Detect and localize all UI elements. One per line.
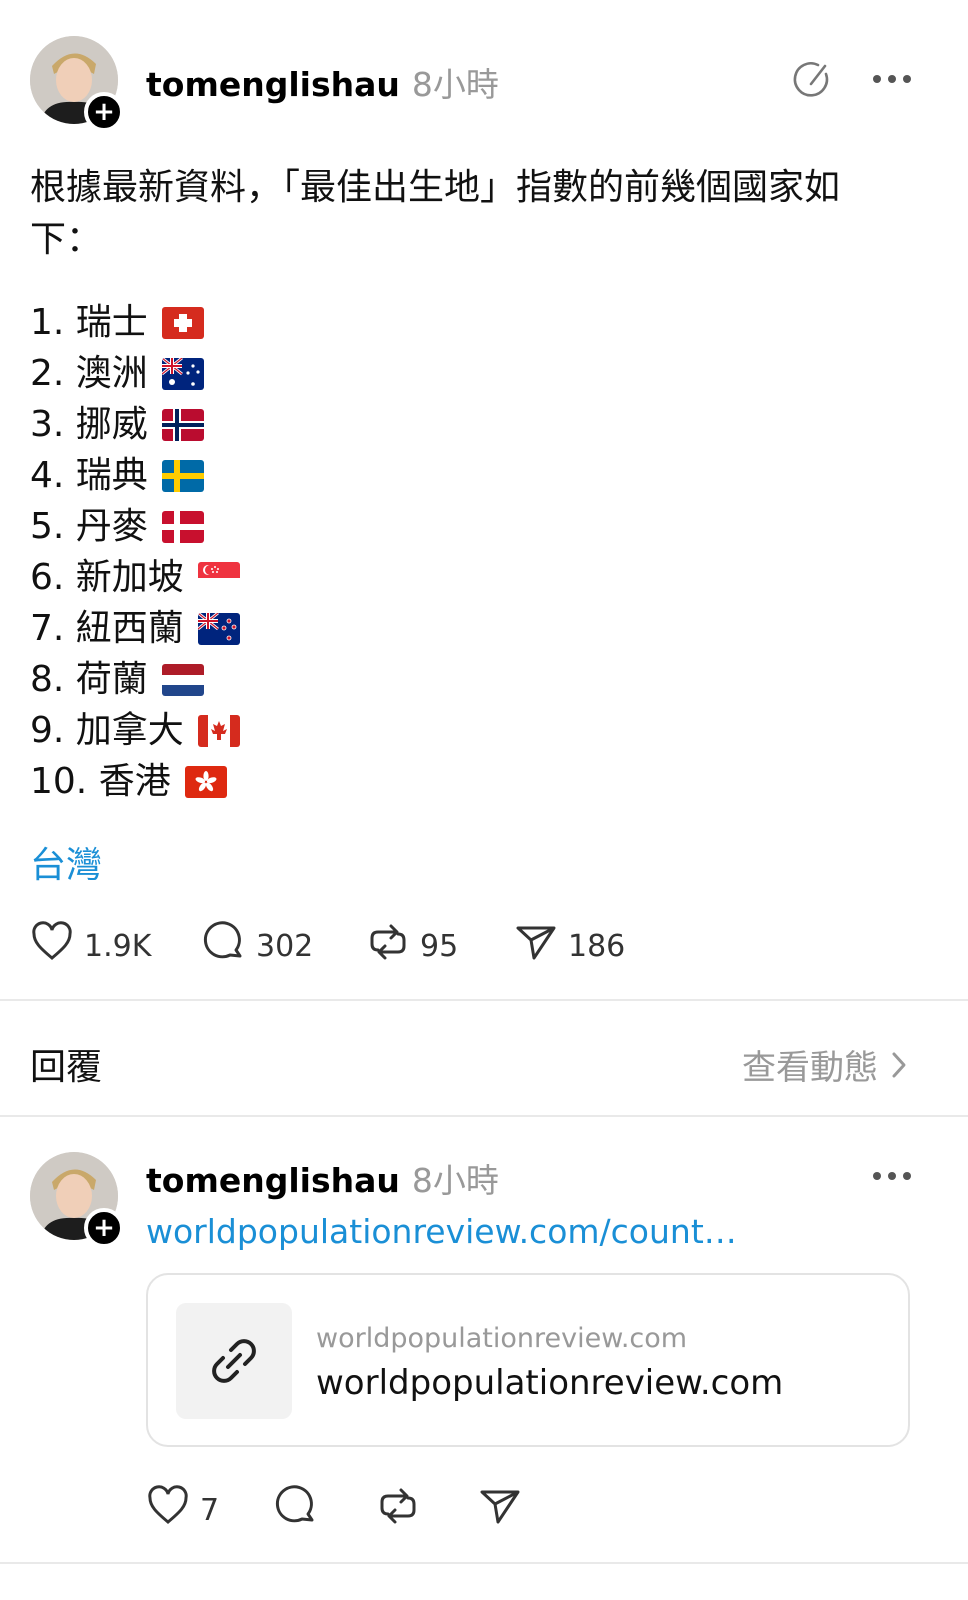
reply-timestamp: 8小時: [411, 1161, 499, 1200]
more-dots-icon[interactable]: [873, 75, 911, 83]
repost-icon: [366, 920, 410, 972]
switzerland-flag-icon: [161, 306, 204, 339]
divider: [0, 999, 968, 1001]
country-list: 1. 瑞士 2. 澳洲 3. 挪威 4. 瑞典 5. 丹麥 6. 新加坡 7. 紐西蘭 8. …: [30, 297, 240, 807]
reply-share-button[interactable]: [478, 1484, 522, 1536]
canada-flag-icon: [197, 714, 240, 747]
country-list-item: 8. 荷蘭: [30, 654, 240, 705]
like-button[interactable]: 1.9K: [30, 920, 151, 972]
chevron-right-icon: [890, 1050, 908, 1080]
reply-count: 302: [256, 928, 314, 964]
country-list-item: 7. 紐西蘭: [30, 603, 240, 654]
country-label: 8. 荷蘭: [30, 659, 148, 700]
country-label: 4. 瑞典: [30, 455, 148, 496]
link-title: worldpopulationreview.com: [316, 1363, 784, 1403]
post-timestamp: 8小時: [411, 65, 499, 104]
link-thumbnail: [176, 1303, 292, 1419]
reply-like-button[interactable]: 7: [146, 1484, 219, 1536]
post-username[interactable]: tomenglishau: [146, 65, 400, 104]
country-label: 5. 丹麥: [30, 506, 148, 547]
follow-plus-icon[interactable]: +: [84, 92, 124, 132]
country-label: 2. 澳洲: [30, 353, 148, 394]
view-activity-label: 查看動態: [742, 1048, 878, 1088]
country-label: 6. 新加坡: [30, 557, 184, 598]
sweden-flag-icon: [161, 459, 204, 492]
divider: [0, 1115, 968, 1117]
netherlands-flag-icon: [161, 663, 204, 696]
country-list-item: 2. 澳洲: [30, 348, 240, 399]
send-icon: [478, 1484, 522, 1536]
follow-plus-icon[interactable]: +: [84, 1208, 124, 1248]
divider: [0, 1562, 968, 1564]
share-count: 186: [568, 928, 626, 964]
country-list-item: 10. 香港: [30, 756, 240, 807]
denmark-flag-icon: [161, 510, 204, 543]
new-zealand-flag-icon: [197, 612, 240, 645]
link-domain: worldpopulationreview.com: [316, 1323, 688, 1354]
repost-icon: [376, 1484, 420, 1536]
country-list-item: 1. 瑞士: [30, 297, 240, 348]
view-activity-link[interactable]: 查看動態: [742, 1040, 908, 1089]
send-icon: [514, 920, 558, 972]
country-label: 9. 加拿大: [30, 710, 184, 751]
reply-like-count: 7: [200, 1492, 220, 1528]
hong-kong-flag-icon: [184, 765, 227, 798]
reply-comment-button[interactable]: [274, 1484, 318, 1536]
reply-username[interactable]: tomenglishau: [146, 1161, 400, 1200]
norway-flag-icon: [161, 408, 204, 441]
link-preview-card[interactable]: worldpopulationreview.com worldpopulatio…: [146, 1273, 910, 1447]
edit-icon[interactable]: [790, 58, 834, 102]
singapore-flag-icon: [197, 561, 240, 594]
post-text: 根據最新資料，「最佳出生地」指數的前幾個國家如下：: [30, 167, 841, 260]
country-list-item: 9. 加拿大: [30, 705, 240, 756]
link-icon: [207, 1334, 261, 1388]
repost-button[interactable]: 95: [366, 920, 458, 972]
more-dots-icon[interactable]: [873, 1172, 911, 1180]
country-label: 10. 香港: [30, 761, 171, 802]
country-label: 1. 瑞士: [30, 302, 148, 343]
replies-title: 回覆: [30, 1047, 103, 1088]
country-label: 7. 紐西蘭: [30, 608, 184, 649]
australia-flag-icon: [161, 357, 204, 390]
country-list-item: 5. 丹麥: [30, 501, 240, 552]
country-list-item: 3. 挪威: [30, 399, 240, 450]
comment-icon: [274, 1484, 318, 1536]
share-button[interactable]: 186: [514, 920, 625, 972]
heart-icon: [30, 920, 74, 972]
like-count: 1.9K: [84, 928, 152, 964]
country-list-item: 4. 瑞典: [30, 450, 240, 501]
repost-count: 95: [420, 928, 459, 964]
comment-icon: [202, 920, 246, 972]
reply-repost-button[interactable]: [376, 1484, 420, 1536]
reply-button[interactable]: 302: [202, 920, 313, 972]
country-list-item: 6. 新加坡: [30, 552, 240, 603]
country-label: 3. 挪威: [30, 404, 148, 445]
reply-url-link[interactable]: worldpopulationreview.com/count…: [146, 1212, 737, 1251]
topic-tag-link[interactable]: 台灣: [30, 836, 102, 888]
heart-icon: [146, 1484, 190, 1536]
